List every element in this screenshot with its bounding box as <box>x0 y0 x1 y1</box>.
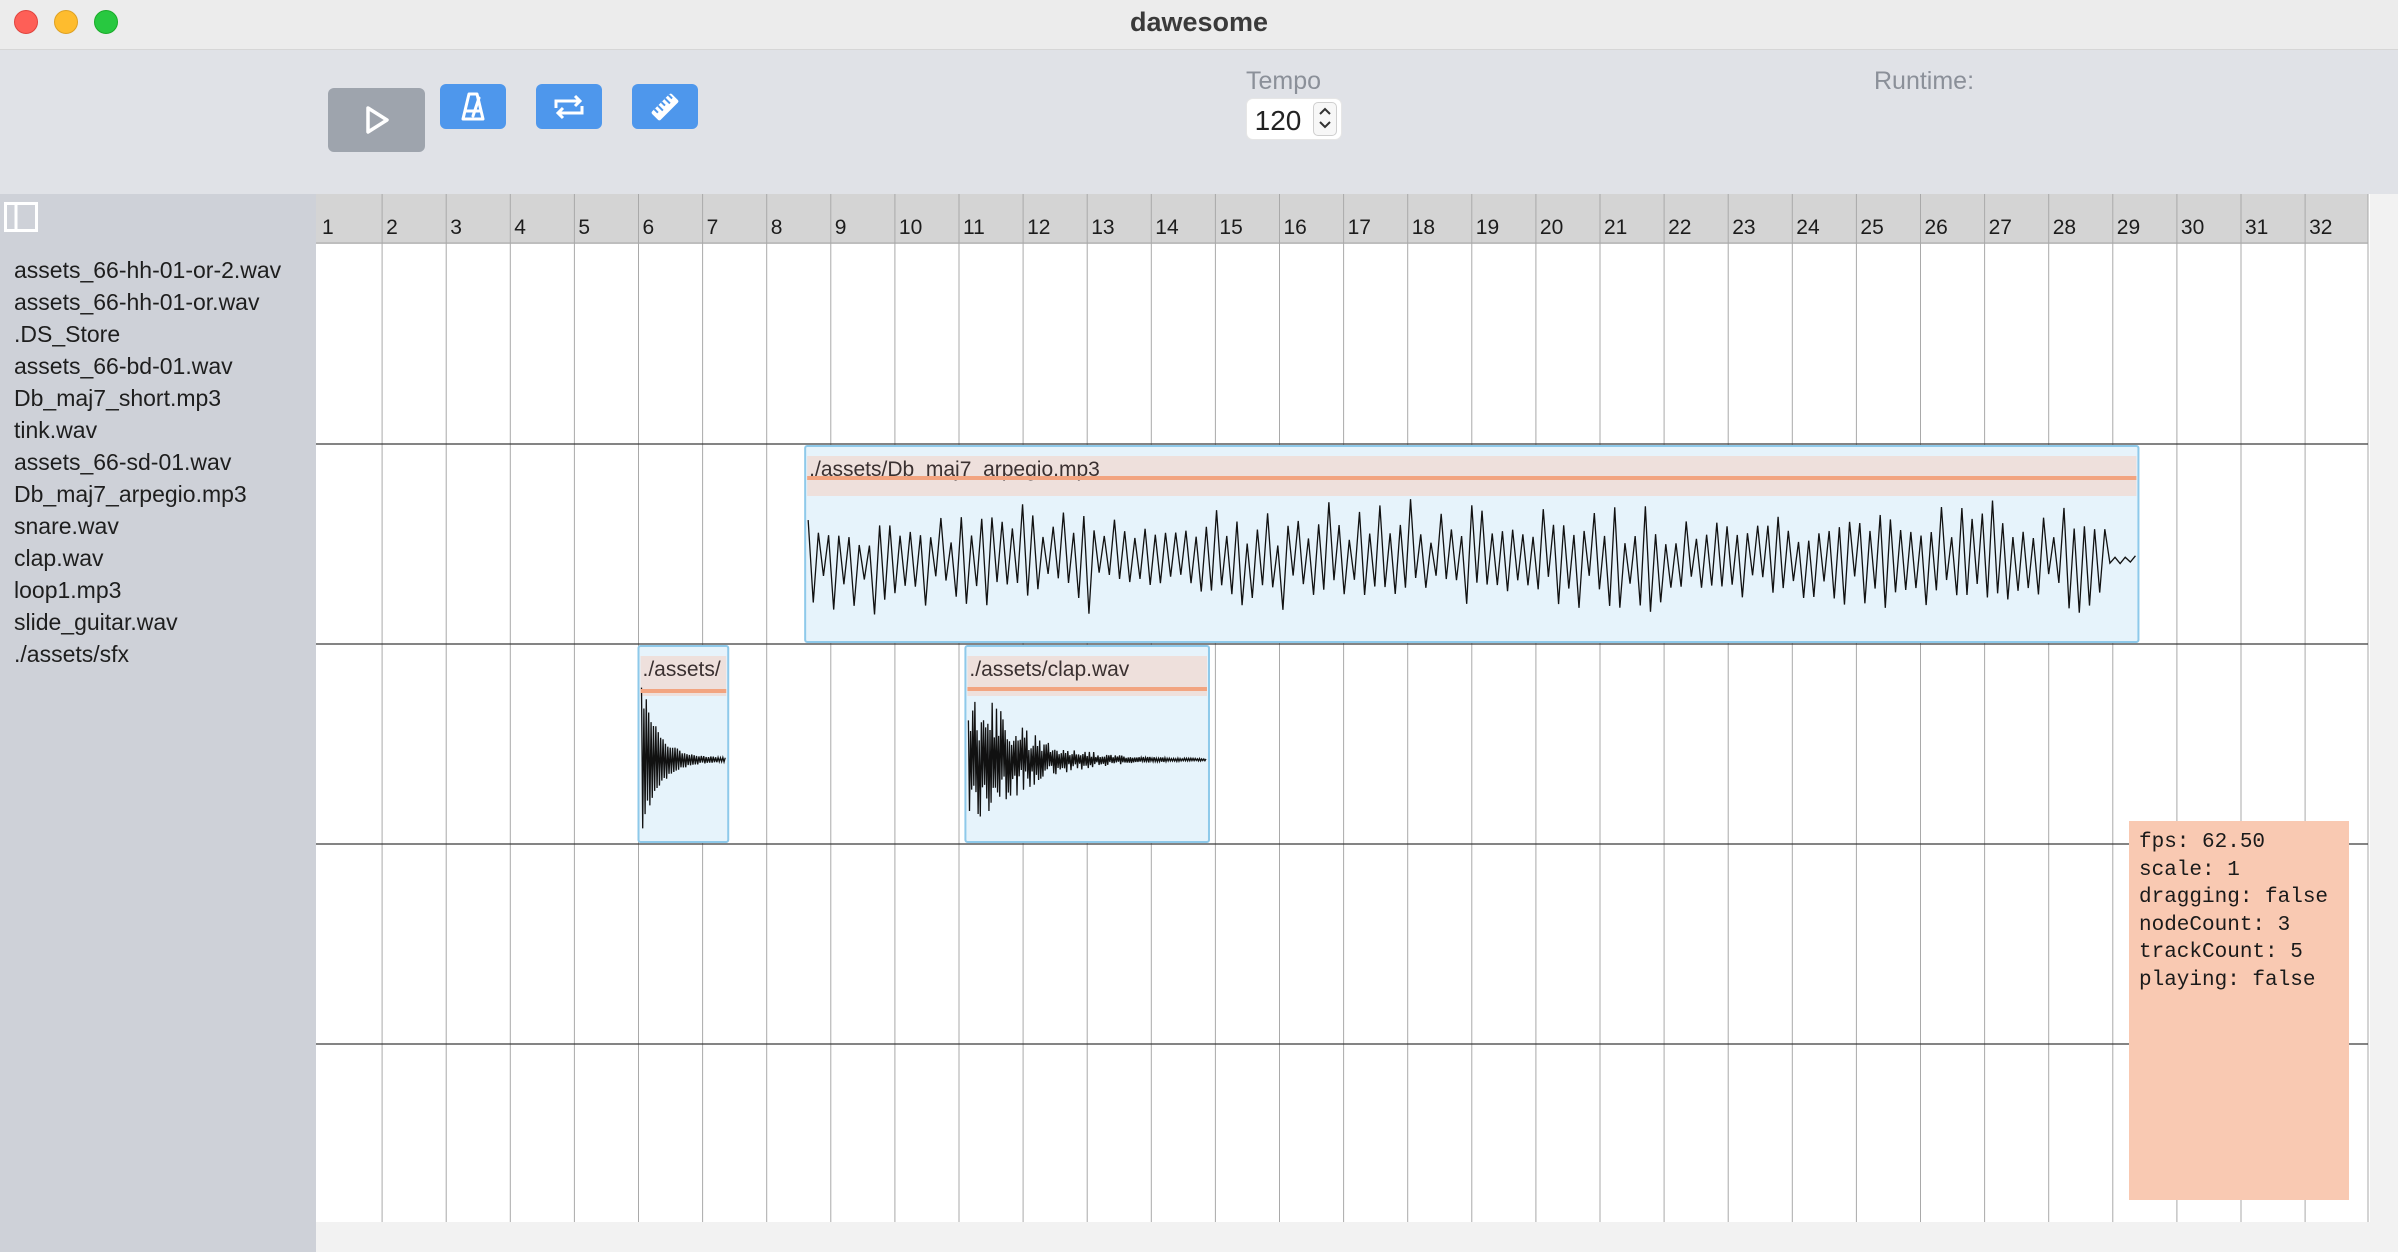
file-item[interactable]: tink.wav <box>14 414 281 446</box>
bar-number-label: 17 <box>1348 216 1371 239</box>
clip-label: ./assets/ <box>643 658 721 681</box>
debug-node-count: nodeCount: 3 <box>2139 913 2291 937</box>
bar-number-label: 21 <box>1604 216 1627 239</box>
bar-number-label: 12 <box>1027 216 1050 239</box>
file-item[interactable]: loop1.mp3 <box>14 574 281 606</box>
stepper-arrows-icon <box>1319 107 1331 129</box>
file-item[interactable]: assets_66-bd-01.wav <box>14 350 281 382</box>
tempo-stepper[interactable] <box>1313 102 1337 136</box>
debug-dragging: dragging: false <box>2139 886 2329 909</box>
bar-number-label: 16 <box>1284 216 1307 239</box>
window-title: dawesome <box>1129 7 1269 37</box>
metronome-button[interactable] <box>440 84 506 129</box>
bar-number-label: 2 <box>386 216 398 239</box>
file-item[interactable]: slide_guitar.wav <box>14 606 281 638</box>
bar-number-label: 6 <box>643 216 655 239</box>
bar-number-label: 11 <box>963 216 985 239</box>
bar-number-label: 14 <box>1155 216 1179 239</box>
bar-number-label: 30 <box>2181 216 2204 239</box>
file-item[interactable]: snare.wav <box>14 510 281 542</box>
toolbar: Tempo Runtime: <box>0 50 2398 194</box>
bar-number-label: 28 <box>2053 216 2076 239</box>
file-browser-sidebar: assets_66-hh-01-or-2.wav assets_66-hh-01… <box>0 194 316 1252</box>
bar-number-label: 20 <box>1540 216 1563 239</box>
debug-fps: fps: 62.50 <box>2139 831 2266 854</box>
bar-number-label: 26 <box>1925 216 1948 239</box>
bar-number-label: 24 <box>1796 216 1820 239</box>
debug-overlay: fps: 62.50 scale: 1 dragging: false node… <box>2129 821 2349 1200</box>
bar-number-label: 25 <box>1860 216 1883 239</box>
debug-track-count: trackCount: 5 <box>2139 941 2303 964</box>
bar-number-label: 31 <box>2245 216 2268 239</box>
ruler-icon <box>651 93 679 120</box>
bar-number-label: 4 <box>514 216 526 239</box>
horizontal-scroll-area[interactable] <box>316 1222 2398 1252</box>
file-item[interactable]: assets_66-hh-01-or.wav <box>14 286 281 318</box>
file-item[interactable]: assets_66-sd-01.wav <box>14 446 281 478</box>
timeline-background <box>316 194 2370 1222</box>
file-item[interactable]: Db_maj7_short.mp3 <box>14 382 281 414</box>
file-item[interactable]: assets_66-hh-01-or-2.wav <box>14 254 281 286</box>
bar-number-label: 15 <box>1219 216 1242 239</box>
clip-label: ./assets/clap.wav <box>969 658 1129 681</box>
bar-number-label: 22 <box>1668 216 1691 239</box>
play-icon <box>365 106 389 134</box>
audio-clip[interactable]: ./assets/ <box>637 645 730 843</box>
tempo-field[interactable] <box>1246 98 1342 143</box>
bar-number-label: 19 <box>1476 216 1499 239</box>
bar-number-label: 3 <box>450 216 462 239</box>
file-item[interactable]: clap.wav <box>14 542 281 574</box>
bar-number-label: 13 <box>1091 216 1114 239</box>
ruler-button[interactable] <box>632 84 698 129</box>
tempo-label: Tempo <box>1246 67 1322 95</box>
bar-number-label: 23 <box>1732 216 1755 239</box>
bar-number-label: 9 <box>835 216 847 239</box>
play-button[interactable] <box>328 88 425 152</box>
sidebar-toggle-button[interactable] <box>4 202 38 232</box>
loop-button[interactable] <box>536 84 602 129</box>
file-item[interactable]: Db_maj7_arpegio.mp3 <box>14 478 281 510</box>
bar-number-label: 32 <box>2309 216 2332 239</box>
audio-clip[interactable]: ./assets/clap.wav <box>964 645 1210 843</box>
loop-icon <box>554 94 584 119</box>
bar-number-label: 27 <box>1989 216 2012 239</box>
metronome-icon <box>461 92 485 120</box>
tempo-input[interactable] <box>1247 99 1311 143</box>
bar-number-label: 5 <box>578 216 590 239</box>
debug-playing: playing: false <box>2139 968 2316 992</box>
title-bar: dawesome <box>0 0 2398 50</box>
sidebar-icon <box>4 202 38 232</box>
file-item[interactable]: .DS_Store <box>14 318 281 350</box>
audio-clip[interactable]: ./assets/Db_maj7_arpegio.mp3 <box>804 445 2140 643</box>
bar-number-label: 7 <box>707 216 719 239</box>
bar-number-label: 29 <box>2117 216 2140 239</box>
debug-scale: scale: 1 <box>2139 858 2240 882</box>
runtime-label: Runtime: <box>1874 67 1975 95</box>
bar-number-label: 18 <box>1412 216 1435 239</box>
file-item[interactable]: ./assets/sfx <box>14 638 281 670</box>
file-list: assets_66-hh-01-or-2.wav assets_66-hh-01… <box>14 254 281 670</box>
bar-number-label: 10 <box>899 216 922 239</box>
timeline-canvas[interactable]: 1 2 3 4 5 6 7 8 9 10 11 12 13 14 15 16 17 18 19 20 21 22 23 24 2… <box>316 194 2370 1222</box>
bar-number-label: 1 <box>322 216 334 239</box>
bar-number-label: 8 <box>771 216 783 239</box>
